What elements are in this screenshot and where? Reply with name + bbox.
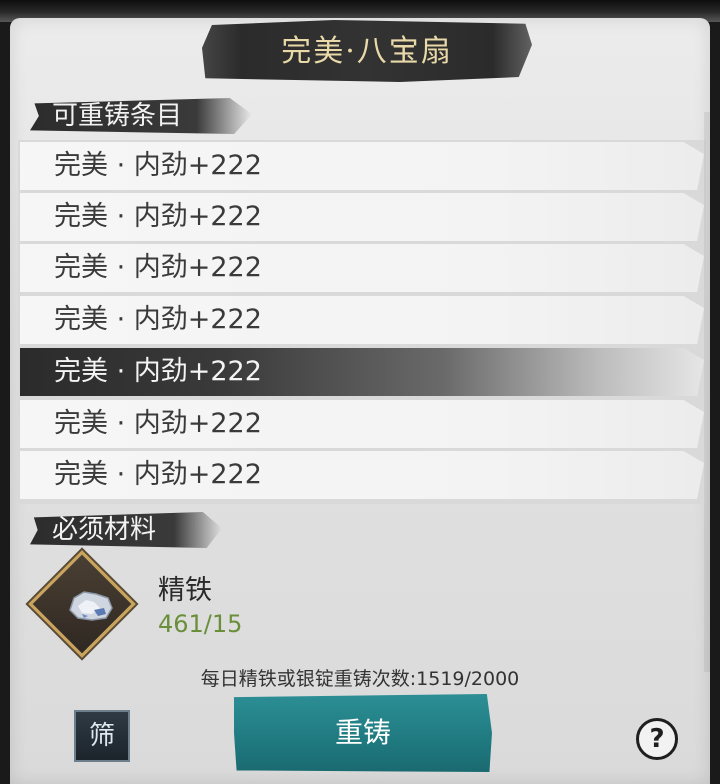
recast-button[interactable]: 重铸 [234, 694, 492, 772]
list-scrollbar[interactable] [704, 112, 710, 672]
recast-item[interactable]: 完美 · 内劲+222 [20, 142, 704, 190]
recast-item-selected[interactable]: 完美 · 内劲+222 [20, 348, 704, 396]
page-title: 完美·八宝扇 [281, 34, 453, 69]
filter-button[interactable]: 筛 [74, 710, 130, 762]
iron-ore-icon [69, 591, 113, 621]
recast-item[interactable]: 完美 · 内劲+222 [20, 400, 704, 448]
recast-item-label: 完美 · 内劲+222 [54, 304, 262, 335]
recast-item[interactable]: 完美 · 内劲+222 [20, 244, 704, 292]
recast-item[interactable]: 完美 · 内劲+222 [20, 193, 704, 241]
recast-item-label: 完美 · 内劲+222 [54, 252, 262, 283]
recastable-section-label: 可重铸条目 [30, 98, 252, 134]
recast-item-label: 完美 · 内劲+222 [54, 150, 262, 181]
help-icon[interactable]: ? [636, 718, 678, 760]
material-name: 精铁 [158, 575, 212, 606]
daily-recast-limit: 每日精铁或银锭重铸次数:1519/2000 [200, 668, 520, 690]
recast-window: 完美·八宝扇 可重铸条目 完美 · 内劲+222 完美 · 内劲+222 完美 … [0, 0, 720, 784]
recast-item-label: 完美 · 内劲+222 [54, 201, 262, 232]
recast-item[interactable]: 完美 · 内劲+222 [20, 451, 704, 499]
recast-item-label: 完美 · 内劲+222 [54, 459, 262, 490]
material-count: 461/15 [158, 610, 243, 638]
required-material-label: 必须材料 [30, 512, 222, 548]
recast-item-label: 完美 · 内劲+222 [54, 356, 262, 387]
recast-item[interactable]: 完美 · 内劲+222 [20, 296, 704, 344]
recast-item-label: 完美 · 内劲+222 [54, 408, 262, 439]
